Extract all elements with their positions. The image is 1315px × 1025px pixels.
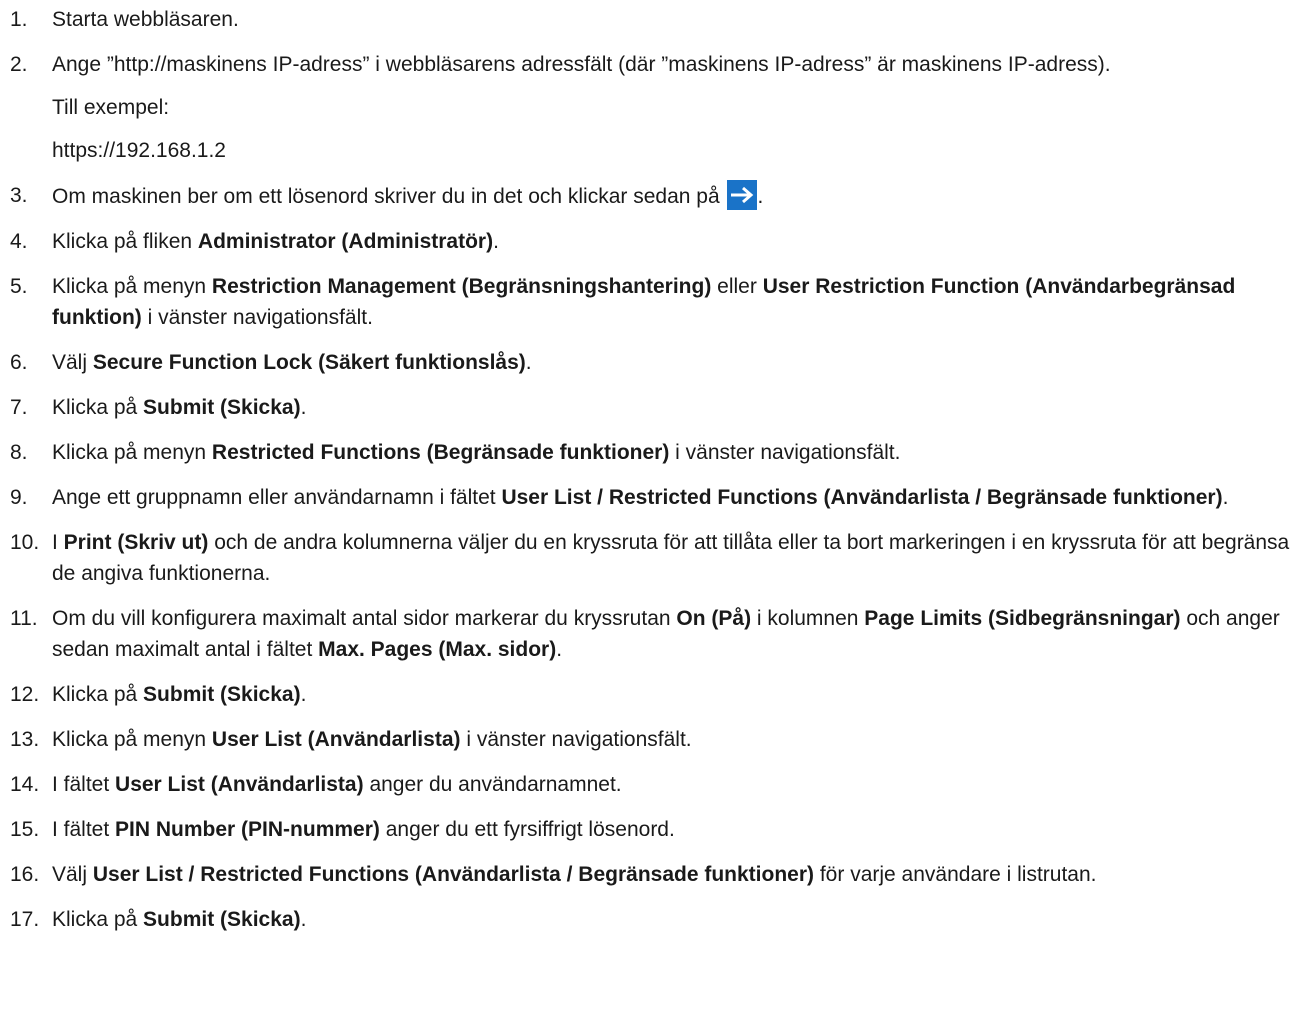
example-label: Till exempel: [52,96,170,119]
step-11: 11. Om du vill konfigurera maximalt anta… [10,603,1305,665]
instruction-document: 1. Starta webbläsaren. 2. Ange ”http://m… [0,0,1315,935]
step-number: 1. [10,8,28,31]
step-number: 5. [10,275,28,298]
step-text: Klicka på Submit (Skicka). [52,908,307,931]
step-number: 15. [10,818,40,841]
step-8: 8. Klicka på menyn Restricted Functions … [10,437,1305,468]
step-number: 13. [10,728,40,751]
step-text: Om du vill konfigurera maximalt antal si… [52,607,1280,661]
step-number: 12. [10,683,40,706]
step-text: Klicka på menyn Restricted Functions (Be… [52,441,901,464]
step-number: 10. [10,531,40,554]
go-arrow-icon [727,180,758,210]
step-text: Klicka på Submit (Skicka). [52,396,307,419]
step-text: Välj Secure Function Lock (Säkert funkti… [52,351,532,374]
step-6: 6. Välj Secure Function Lock (Säkert fun… [10,347,1305,378]
step-text: I fältet User List (Användarlista) anger… [52,773,622,796]
step-text: Klicka på menyn User List (Användarlista… [52,728,692,751]
step-12: 12. Klicka på Submit (Skicka). [10,679,1305,710]
step-text: Starta webbläsaren. [52,8,239,31]
step-4: 4. Klicka på fliken Administrator (Admin… [10,226,1305,257]
step-16: 16. Välj User List / Restricted Function… [10,859,1305,890]
step-1: 1. Starta webbläsaren. [10,4,1305,35]
step-14: 14. I fältet User List (Användarlista) a… [10,769,1305,800]
step-number: 6. [10,351,28,374]
step-text: Om maskinen ber om ett lösenord skriver … [52,180,1305,212]
step-number: 11. [10,607,38,630]
step-17: 17. Klicka på Submit (Skicka). [10,904,1305,935]
step-number: 9. [10,486,28,509]
example-url: https://192.168.1.2 [52,139,226,162]
step-3: 3. Om maskinen ber om ett lösenord skriv… [10,180,1305,212]
step-5: 5. Klicka på menyn Restriction Managemen… [10,271,1305,333]
step-text: Välj User List / Restricted Functions (A… [52,863,1097,886]
step-2: 2. Ange ”http://maskinens IP-adress” i w… [10,49,1305,166]
step-9: 9. Ange ett gruppnamn eller användarnamn… [10,482,1305,513]
step-15: 15. I fältet PIN Number (PIN-nummer) ang… [10,814,1305,845]
step-number: 16. [10,863,40,886]
step-number: 14. [10,773,40,796]
step-text: Klicka på menyn Restriction Management (… [52,275,1236,329]
step-text: Klicka på Submit (Skicka). [52,683,307,706]
step-text: I fältet PIN Number (PIN-nummer) anger d… [52,818,675,841]
step-number: 7. [10,396,28,419]
step-text: Ange ett gruppnamn eller användarnamn i … [52,486,1229,509]
step-text: Ange ”http://maskinens IP-adress” i webb… [52,53,1111,76]
step-7: 7. Klicka på Submit (Skicka). [10,392,1305,423]
step-text: I Print (Skriv ut) och de andra kolumner… [52,531,1290,585]
step-10: 10. I Print (Skriv ut) och de andra kolu… [10,527,1305,589]
step-number: 2. [10,53,28,76]
step-number: 3. [10,184,28,207]
step-number: 4. [10,230,28,253]
step-13: 13. Klicka på menyn User List (Användarl… [10,724,1305,755]
step-number: 8. [10,441,28,464]
step-text: Klicka på fliken Administrator (Administ… [52,230,499,253]
step-number: 17. [10,908,40,931]
